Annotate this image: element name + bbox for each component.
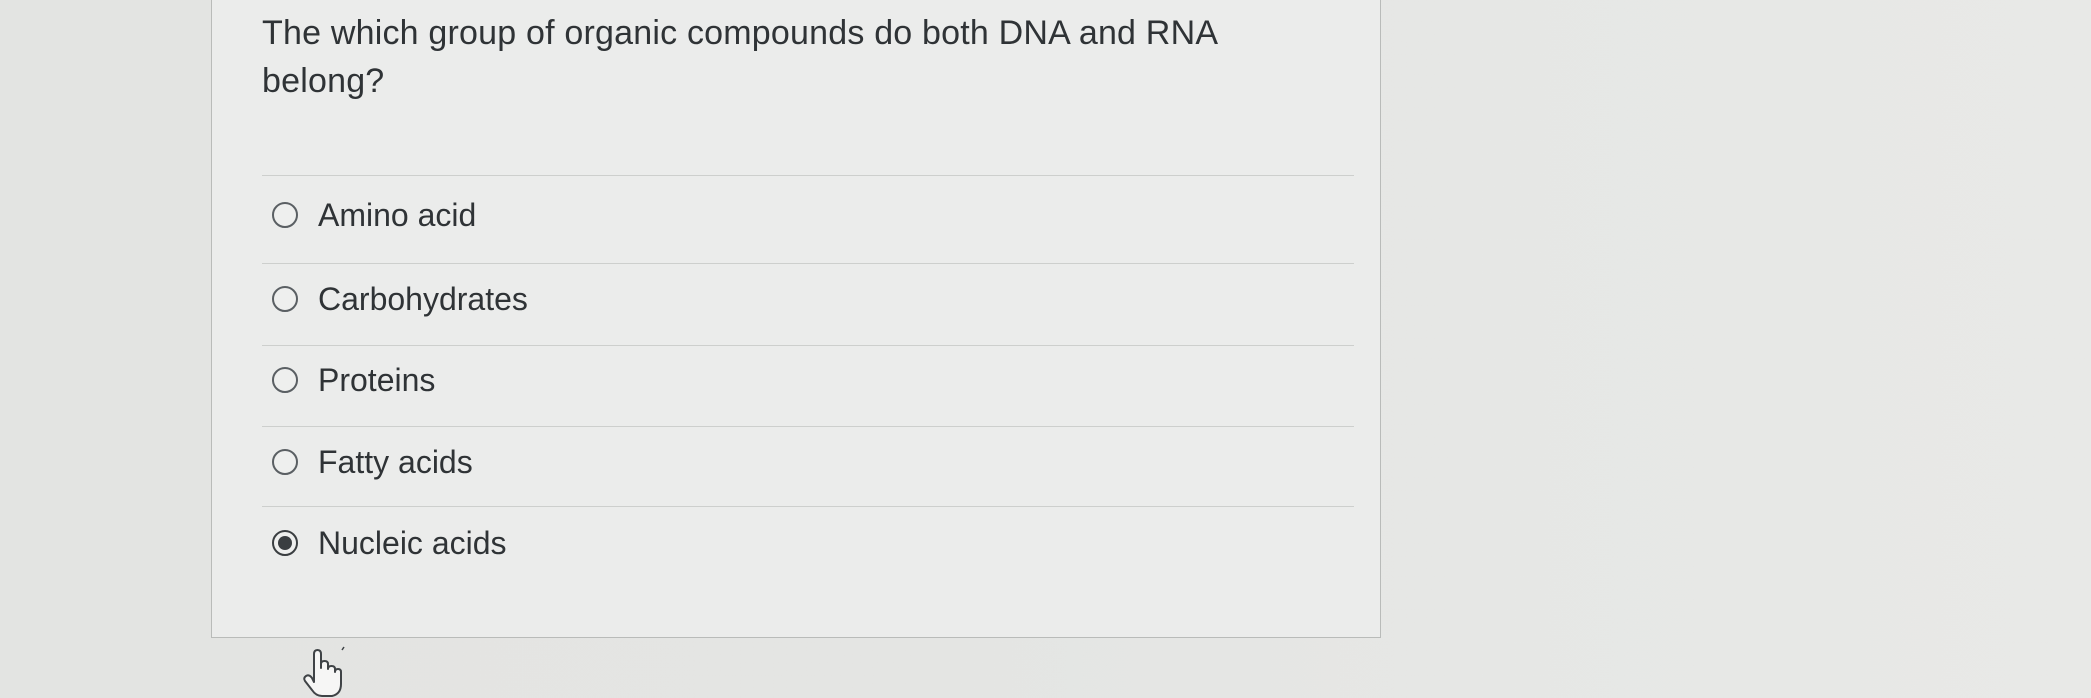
option-label: Amino acid <box>318 196 477 233</box>
divider <box>262 506 1354 507</box>
question-text: The which group of organic compounds do … <box>262 14 1217 100</box>
option-proteins[interactable]: Proteins <box>272 350 1172 410</box>
option-fatty-acids[interactable]: Fatty acids <box>272 432 1172 492</box>
radio-button-icon[interactable] <box>272 449 298 475</box>
radio-button-selected-icon[interactable] <box>272 530 298 556</box>
option-label: Proteins <box>318 361 436 398</box>
option-label: Nucleic acids <box>318 524 507 561</box>
option-label: Carbohydrates <box>318 280 528 317</box>
radio-button-icon[interactable] <box>272 367 298 393</box>
radio-dot <box>278 536 292 550</box>
divider <box>262 426 1354 427</box>
radio-button-icon[interactable] <box>272 286 298 312</box>
option-amino-acid[interactable]: Amino acid <box>272 185 1172 245</box>
option-nucleic-acids[interactable]: Nucleic acids <box>272 513 1172 573</box>
divider <box>262 175 1354 176</box>
option-carbohydrates[interactable]: Carbohydrates <box>272 269 1172 329</box>
divider <box>262 345 1354 346</box>
option-label: Fatty acids <box>318 443 473 480</box>
divider <box>262 263 1354 264</box>
hand-pointer-icon <box>303 646 345 697</box>
radio-button-icon[interactable] <box>272 202 298 228</box>
question-card: The which group of organic compounds do … <box>211 0 1381 638</box>
